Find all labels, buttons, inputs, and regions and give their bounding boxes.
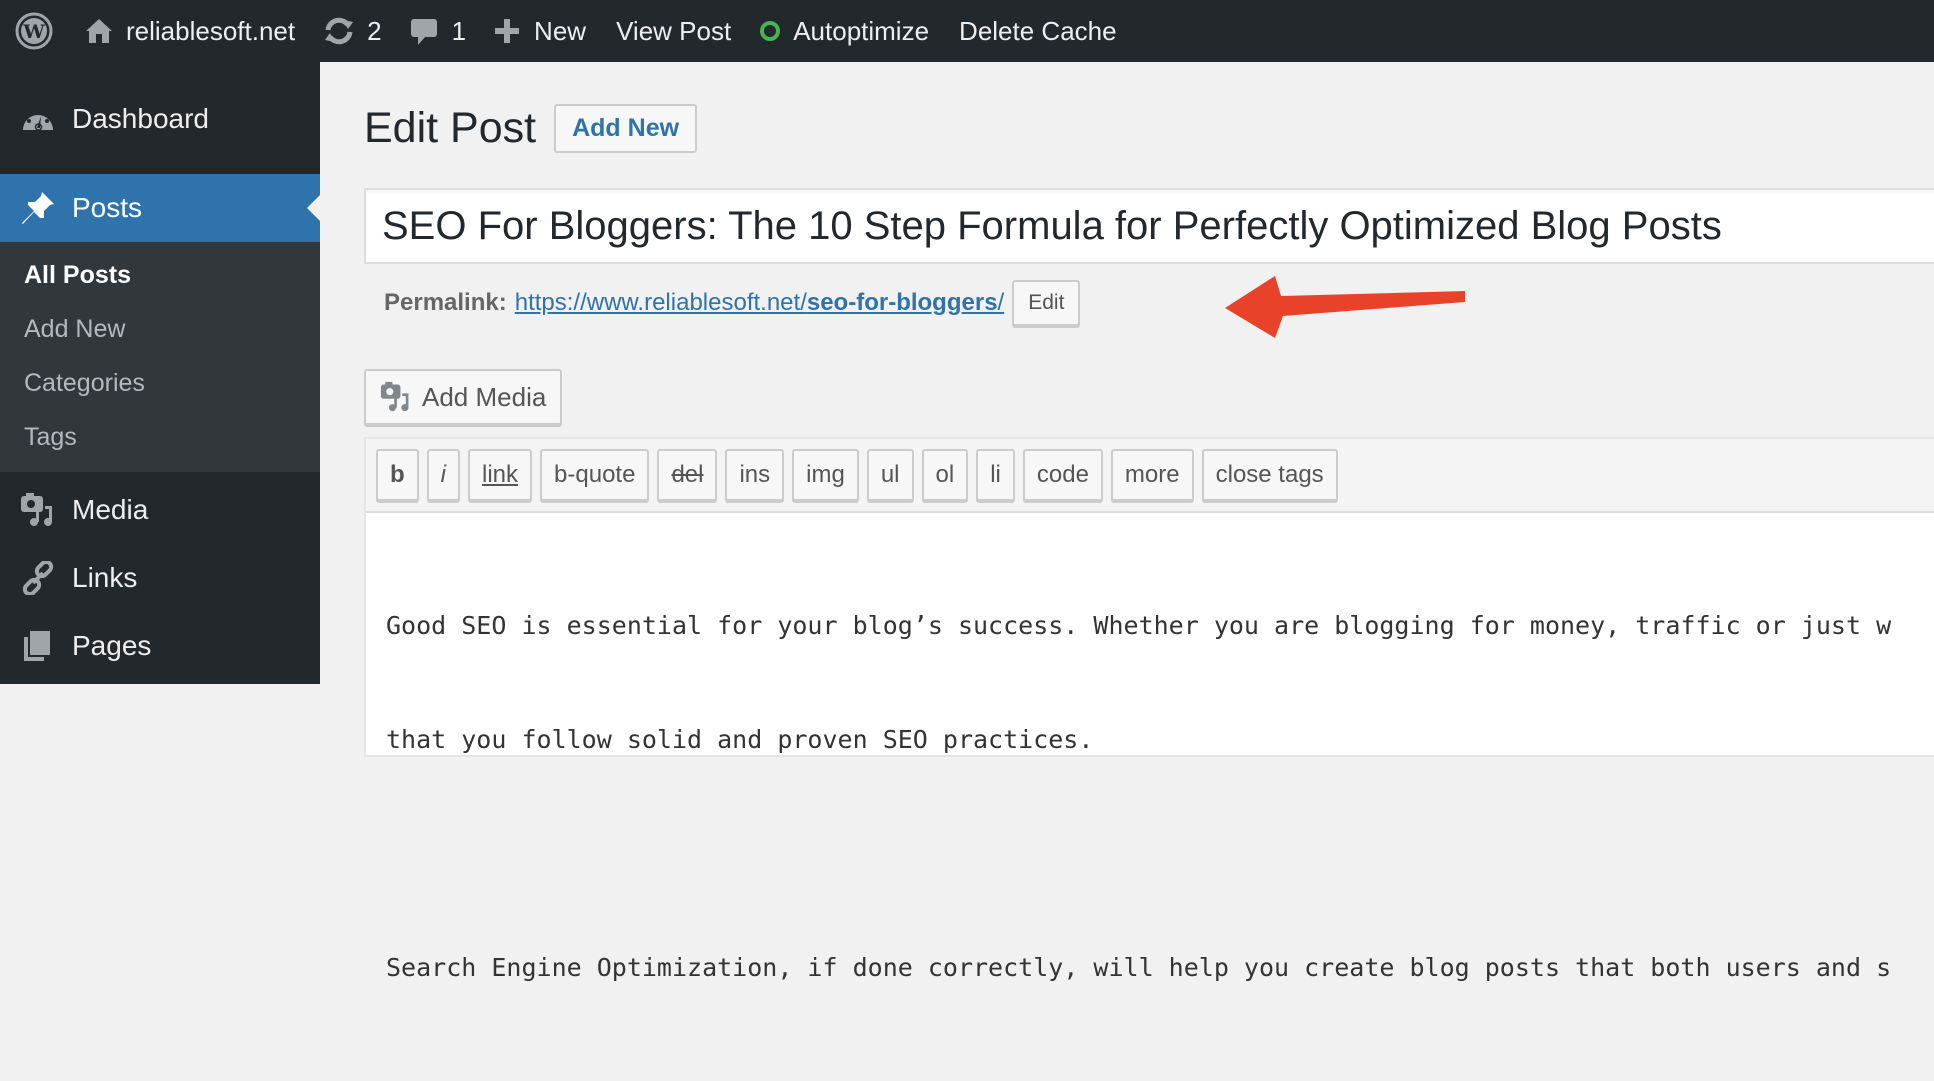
- comments-link[interactable]: 1: [396, 0, 480, 62]
- home-icon: [84, 16, 114, 46]
- view-post-label: View Post: [616, 16, 731, 47]
- admin-bar: W reliablesoft.net 2 1 New View Post Aut…: [0, 0, 1934, 62]
- sidebar-item-label: Posts: [72, 192, 142, 224]
- site-name-link[interactable]: reliablesoft.net: [70, 0, 309, 62]
- permalink-slug: seo-for-bloggers: [807, 289, 998, 316]
- pages-icon: [18, 626, 58, 666]
- delete-cache-label: Delete Cache: [959, 16, 1117, 47]
- qt-li-button[interactable]: li: [976, 449, 1015, 501]
- post-title-value: SEO For Bloggers: The 10 Step Formula fo…: [382, 204, 1722, 249]
- qt-close-tags-button[interactable]: close tags: [1202, 449, 1338, 501]
- quicktags-toolbar: b i link b-quote del ins img ul ol li co…: [366, 439, 1934, 513]
- qt-blockquote-button[interactable]: b-quote: [540, 449, 649, 501]
- posts-submenu: All Posts Add New Categories Tags: [0, 242, 320, 472]
- qt-code-button[interactable]: code: [1023, 449, 1103, 501]
- permalink-row: Permalink: https://www.reliablesoft.net/…: [384, 280, 1080, 326]
- sidebar-item-media[interactable]: Media: [0, 476, 320, 544]
- content-line: [386, 835, 1934, 873]
- content-line: Good SEO is essential for your blog’s su…: [386, 607, 1934, 645]
- media-icon: [18, 490, 58, 530]
- post-content-textarea[interactable]: Good SEO is essential for your blog’s su…: [366, 513, 1934, 1081]
- autoptimize-menu[interactable]: Autoptimize: [745, 0, 943, 62]
- updates-count: 2: [367, 16, 381, 47]
- text-editor: b i link b-quote del ins img ul ol li co…: [364, 437, 1934, 757]
- refresh-icon: [323, 16, 355, 46]
- view-post-link[interactable]: View Post: [600, 0, 745, 62]
- sidebar-item-pages[interactable]: Pages: [0, 612, 320, 680]
- qt-ul-button[interactable]: ul: [867, 449, 914, 501]
- permalink-link[interactable]: https://www.reliablesoft.net/seo-for-blo…: [515, 289, 1005, 317]
- autoptimize-label: Autoptimize: [793, 16, 929, 47]
- plus-icon: [494, 18, 520, 44]
- content-line: Search Engine Optimization, if done corr…: [386, 949, 1934, 987]
- submenu-item-all-posts[interactable]: All Posts: [0, 248, 320, 302]
- content-line: that you follow solid and proven SEO pra…: [386, 721, 1934, 759]
- main-content: Edit Post Add New SEO For Bloggers: The …: [320, 62, 1934, 684]
- svg-text:W: W: [22, 21, 45, 43]
- qt-bold-button[interactable]: b: [376, 449, 419, 501]
- comments-count: 1: [452, 16, 466, 47]
- qt-italic-button[interactable]: i: [427, 449, 460, 501]
- qt-ins-button[interactable]: ins: [725, 449, 784, 501]
- new-label: New: [534, 16, 586, 47]
- sidebar-item-dashboard[interactable]: Dashboard: [0, 84, 320, 154]
- add-media-label: Add Media: [422, 382, 546, 413]
- wp-logo-menu[interactable]: W: [0, 0, 70, 62]
- sidebar-item-label: Dashboard: [72, 103, 209, 135]
- status-circle-icon: [759, 20, 781, 42]
- permalink-base: https://www.reliablesoft.net/: [515, 289, 807, 316]
- wordpress-logo-icon: W: [14, 11, 54, 51]
- qt-link-button[interactable]: link: [468, 449, 532, 501]
- permalink-label: Permalink:: [384, 289, 507, 317]
- add-new-post-button[interactable]: Add New: [554, 104, 697, 153]
- submenu-item-categories[interactable]: Categories: [0, 356, 320, 410]
- edit-slug-button[interactable]: Edit: [1012, 280, 1080, 326]
- new-content-link[interactable]: New: [480, 0, 600, 62]
- submenu-item-tags[interactable]: Tags: [0, 410, 320, 464]
- post-title-input[interactable]: SEO For Bloggers: The 10 Step Formula fo…: [364, 188, 1934, 264]
- sidebar-item-label: Links: [72, 562, 137, 594]
- sidebar-item-label: Media: [72, 494, 148, 526]
- sidebar-item-posts[interactable]: Posts: [0, 174, 320, 242]
- admin-sidebar: Dashboard Posts All Posts Add New Catego…: [0, 62, 320, 684]
- sidebar-item-label: Pages: [72, 630, 151, 662]
- updates-link[interactable]: 2: [309, 0, 395, 62]
- qt-del-button[interactable]: del: [657, 449, 717, 501]
- annotation-arrow: [1225, 274, 1465, 345]
- qt-img-button[interactable]: img: [792, 449, 859, 501]
- qt-ol-button[interactable]: ol: [922, 449, 969, 501]
- permalink-trailing: /: [998, 289, 1005, 316]
- comment-icon: [410, 16, 438, 46]
- site-name: reliablesoft.net: [126, 16, 295, 47]
- add-media-button[interactable]: Add Media: [364, 369, 562, 425]
- delete-cache-link[interactable]: Delete Cache: [943, 0, 1131, 62]
- link-icon: [18, 558, 58, 598]
- media-icon: [380, 381, 412, 413]
- qt-more-button[interactable]: more: [1111, 449, 1194, 501]
- submenu-item-add-new[interactable]: Add New: [0, 302, 320, 356]
- page-heading: Edit Post Add New: [364, 104, 697, 153]
- dashboard-icon: [18, 99, 58, 139]
- sidebar-item-links[interactable]: Links: [0, 544, 320, 612]
- page-title: Edit Post: [364, 104, 536, 153]
- pin-icon: [18, 188, 58, 228]
